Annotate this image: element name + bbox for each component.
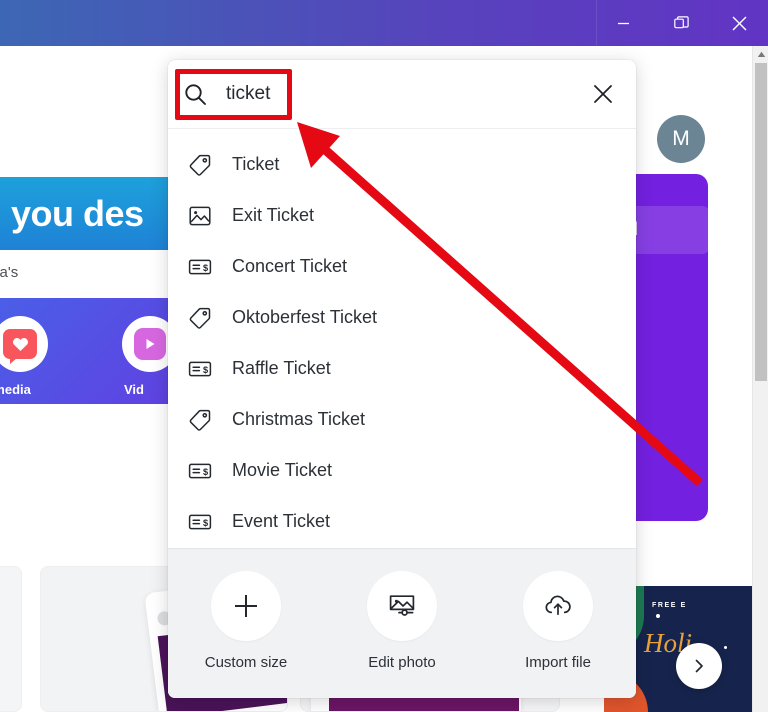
- carousel-next-button[interactable]: [676, 643, 722, 689]
- avatar[interactable]: M: [657, 115, 705, 163]
- suggestion-label: Exit Ticket: [232, 205, 315, 225]
- suggestion-item-oktoberfest-ticket[interactable]: Oktoberfest Ticket: [168, 292, 636, 343]
- window-titlebar: [0, 0, 768, 46]
- svg-text:$: $: [203, 262, 208, 272]
- suggestion-label: Concert Ticket: [232, 256, 348, 276]
- app-window: M , you des va's cial media Vid oad: [0, 0, 768, 712]
- quick-actions-bar: Custom size Edit photo Import file: [168, 548, 636, 698]
- window-minimize-button[interactable]: [594, 0, 652, 46]
- tag-icon: [188, 306, 232, 330]
- ticket-icon: $: [188, 357, 232, 381]
- action-custom-size[interactable]: Custom size: [186, 571, 306, 671]
- search-icon: [184, 83, 214, 106]
- search-input[interactable]: [214, 83, 586, 105]
- window-restore-button[interactable]: [652, 0, 710, 46]
- suggestion-label: Christmas Ticket: [232, 409, 366, 429]
- action-import-file[interactable]: Import file: [498, 571, 618, 671]
- titlebar-divider: [596, 0, 597, 46]
- ticket-icon: $: [188, 510, 232, 534]
- video-badge-icon: [134, 328, 166, 360]
- suggestion-item-exit-ticket[interactable]: Exit Ticket: [168, 190, 636, 241]
- poster-dot: [724, 646, 727, 649]
- poster-eyebrow-text: FREE E: [652, 602, 687, 609]
- edit-photo-icon: [367, 571, 437, 641]
- search-bar: [168, 60, 636, 129]
- tag-icon: [188, 408, 232, 432]
- scrollbar-thumb[interactable]: [755, 63, 767, 381]
- scroll-up-arrow-icon[interactable]: [753, 46, 768, 63]
- ticket-icon: $: [188, 459, 232, 483]
- image-icon: [188, 204, 232, 228]
- close-icon: [594, 85, 612, 103]
- category-icon-social-media[interactable]: [0, 316, 48, 372]
- action-label: Import file: [525, 654, 591, 671]
- window-close-button[interactable]: [710, 0, 768, 46]
- ticket-icon: $: [188, 255, 232, 279]
- clear-search-button[interactable]: [586, 77, 620, 111]
- search-suggestion-list: Ticket Exit Ticket $ Concert Ticket Okto…: [168, 129, 636, 555]
- banner-subtext: va's: [0, 264, 19, 281]
- suggestion-label: Ticket: [232, 154, 280, 174]
- category-label-video: Vid: [124, 382, 144, 397]
- plus-icon: [211, 571, 281, 641]
- suggestion-label: Oktoberfest Ticket: [232, 307, 378, 327]
- svg-text:$: $: [203, 364, 208, 374]
- cloud-upload-icon: [523, 571, 593, 641]
- suggestion-item-event-ticket[interactable]: $ Event Ticket: [168, 496, 636, 547]
- page-scrollbar[interactable]: [752, 46, 768, 712]
- action-label: Edit photo: [368, 654, 436, 671]
- search-dropdown-panel: Ticket Exit Ticket: [168, 60, 636, 698]
- suggestion-item-christmas-ticket[interactable]: Christmas Ticket: [168, 394, 636, 445]
- suggestion-item-ticket[interactable]: Ticket: [168, 139, 636, 190]
- heart-badge-icon: [3, 329, 37, 364]
- poster-dot: [656, 614, 660, 618]
- svg-text:$: $: [203, 466, 208, 476]
- tag-icon: [188, 153, 232, 177]
- chevron-right-icon: [695, 659, 703, 673]
- suggestion-item-concert-ticket[interactable]: $ Concert Ticket: [168, 241, 636, 292]
- action-edit-photo[interactable]: Edit photo: [342, 571, 462, 671]
- category-label-social-media: cial media: [0, 382, 31, 397]
- svg-text:$: $: [203, 517, 208, 527]
- action-label: Custom size: [204, 654, 288, 671]
- suggestion-label: Raffle Ticket: [232, 358, 331, 378]
- hero-banner-text: , you des: [0, 193, 144, 234]
- suggestion-label: Event Ticket: [232, 511, 331, 531]
- suggestion-label: Movie Ticket: [232, 460, 333, 480]
- suggestion-item-raffle-ticket[interactable]: $ Raffle Ticket: [168, 343, 636, 394]
- thumbnail-card[interactable]: [0, 566, 22, 712]
- suggestion-item-movie-ticket[interactable]: $ Movie Ticket: [168, 445, 636, 496]
